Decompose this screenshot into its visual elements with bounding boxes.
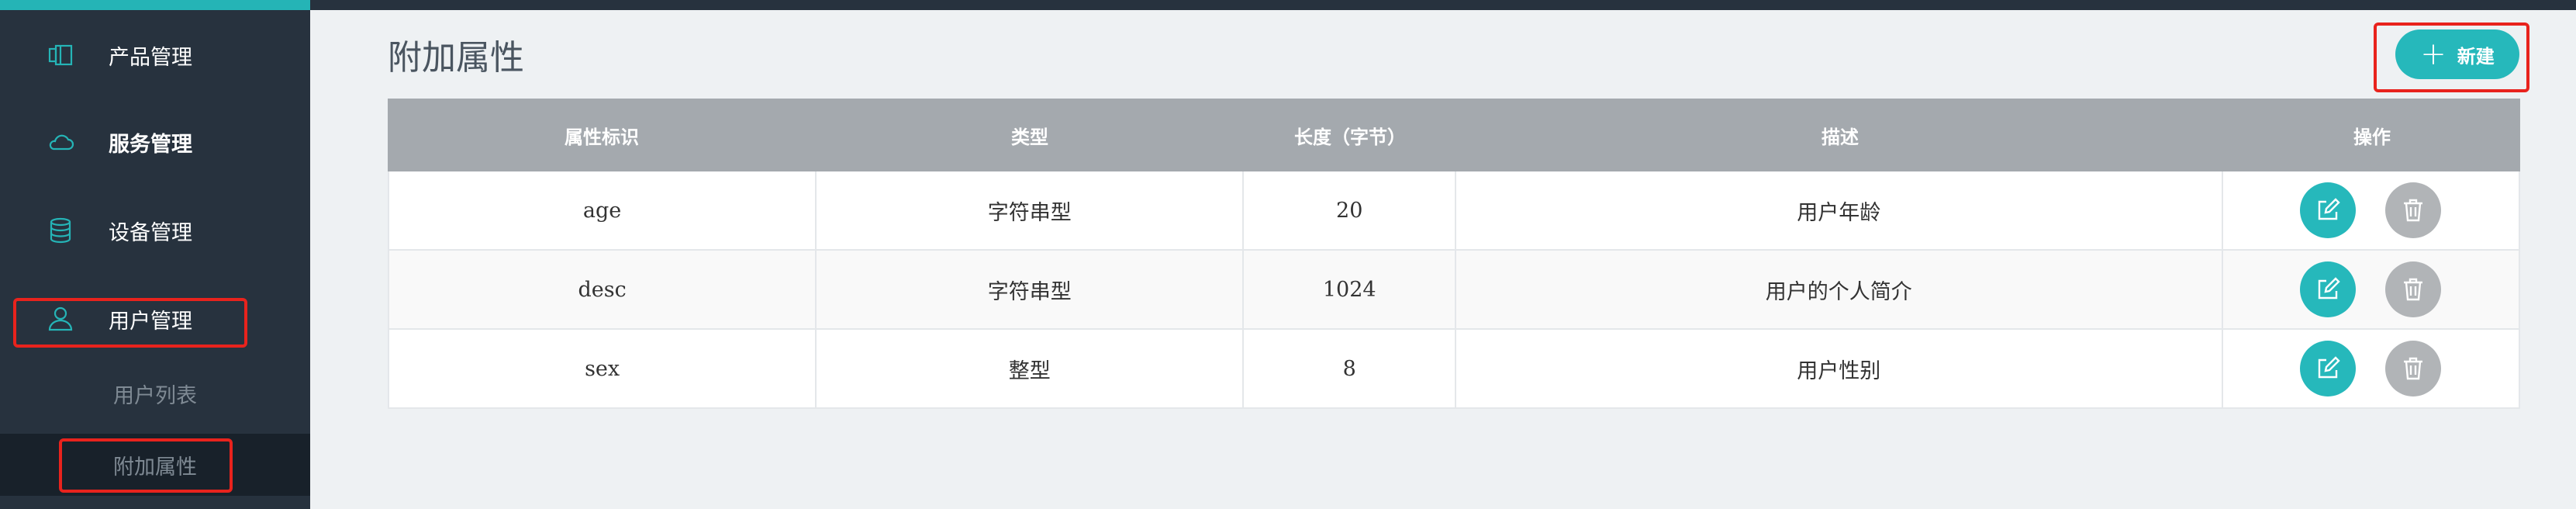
sidebar-subitem-extra-attributes[interactable]: 附加属性 [0, 434, 310, 496]
delete-button[interactable] [2385, 182, 2442, 238]
cell-type: 字符串型 [817, 171, 1245, 249]
edit-button[interactable] [2300, 261, 2357, 317]
column-header: 描述 [1822, 126, 1859, 148]
table-row: age 字符串型 20 用户年龄 [389, 171, 2519, 251]
cell-type: 整型 [817, 330, 1245, 407]
plus-icon: + [2420, 36, 2447, 72]
sidebar-item-users[interactable]: 用户管理 [0, 288, 310, 350]
table-header: 属性标识 类型 长度（字节） 描述 操作 [388, 99, 2520, 171]
edit-icon [2319, 356, 2340, 379]
cloud-icon [45, 126, 76, 158]
page-title: 附加属性 [388, 38, 524, 78]
table-row: desc 字符串型 1024 用户的个人简介 [389, 251, 2519, 330]
cell-length: 8 [1244, 330, 1457, 407]
attributes-table: 属性标识 类型 长度（字节） 描述 操作 age 字符串型 20 用户年龄 de… [388, 99, 2520, 409]
cell-type: 字符串型 [817, 251, 1245, 328]
sidebar-subitem-user-list[interactable]: 用户列表 [0, 362, 310, 424]
sidebar-subitem-label: 用户列表 [113, 383, 197, 408]
sidebar-item-label: 用户管理 [109, 309, 192, 334]
cell-id: desc [389, 251, 817, 328]
user-icon [45, 303, 76, 334]
table-body: age 字符串型 20 用户年龄 desc 字符串型 1024 用户的个人简介 [388, 171, 2520, 409]
column-header: 属性标识 [565, 126, 639, 148]
sidebar-item-services[interactable]: 服务管理 [0, 111, 310, 173]
column-header: 长度（字节） [1294, 126, 1406, 148]
database-icon [45, 215, 76, 246]
top-bar [310, 0, 2576, 10]
sidebar: 产品管理 服务管理 设备管理 用户管理 用户列表 附加属性 [0, 0, 310, 509]
sidebar-item-label: 服务管理 [109, 132, 192, 157]
sidebar-item-devices[interactable]: 设备管理 [0, 199, 310, 261]
trash-icon [2404, 278, 2423, 301]
edit-button[interactable] [2300, 182, 2357, 238]
sidebar-item-label: 产品管理 [109, 45, 192, 70]
sidebar-subitem-label: 附加属性 [113, 455, 197, 480]
cell-id: age [389, 171, 817, 249]
column-header: 类型 [1011, 126, 1048, 148]
trash-icon [2404, 199, 2423, 222]
cell-length: 20 [1244, 171, 1457, 249]
edit-icon [2319, 277, 2340, 300]
cell-id: sex [389, 330, 817, 407]
cell-desc: 用户性别 [1456, 330, 2223, 407]
edit-button[interactable] [2300, 341, 2357, 396]
edit-icon [2319, 198, 2340, 220]
sidebar-item-label: 设备管理 [109, 220, 192, 245]
table-row: sex 整型 8 用户性别 [389, 330, 2519, 409]
sidebar-item-products[interactable]: 产品管理 [0, 24, 310, 86]
cell-actions [2223, 171, 2519, 249]
product-icon [45, 40, 76, 71]
cell-desc: 用户年龄 [1456, 171, 2223, 249]
delete-button[interactable] [2385, 341, 2442, 396]
trash-icon [2404, 357, 2423, 380]
cell-actions [2223, 330, 2519, 407]
sidebar-accent-bar [0, 0, 310, 10]
delete-button[interactable] [2385, 261, 2442, 317]
cell-actions [2223, 251, 2519, 328]
new-button-label: 新建 [2457, 45, 2495, 68]
new-button[interactable]: + 新建 [2395, 29, 2519, 79]
cell-length: 1024 [1244, 251, 1457, 328]
cell-desc: 用户的个人简介 [1456, 251, 2223, 328]
column-header: 操作 [2353, 126, 2391, 148]
